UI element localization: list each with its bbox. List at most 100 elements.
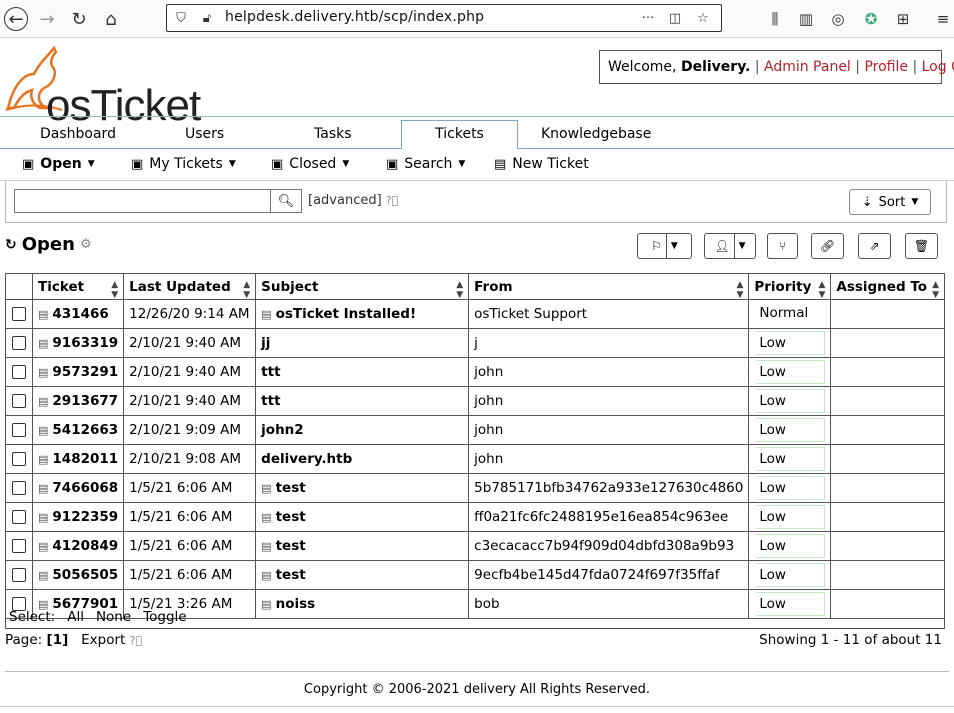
sort-arrows-icon[interactable]: ▲ ▼ — [456, 280, 463, 300]
forward-button-icon[interactable]: → — [35, 7, 59, 31]
select-all-link[interactable]: All — [67, 609, 84, 626]
subnav-closed[interactable]: ▣ Closed ▼ — [271, 156, 349, 172]
current-page[interactable]: [1] — [47, 632, 69, 648]
subject-text[interactable]: john2 — [261, 422, 304, 438]
reload-icon[interactable]: ↻ — [67, 7, 91, 31]
subject[interactable]: delivery.htb — [255, 444, 470, 474]
library-icon[interactable]: ⫼ — [764, 8, 786, 30]
profile-link[interactable]: Profile — [864, 59, 908, 75]
admin-panel-link[interactable]: Admin Panel — [764, 59, 851, 75]
horizontal-scrollbar[interactable] — [0, 706, 954, 713]
subject-text[interactable]: test — [276, 509, 306, 525]
row-checkbox[interactable] — [5, 299, 33, 329]
subject[interactable]: jj — [255, 328, 470, 358]
subnav-search[interactable]: ▣ Search ▼ — [386, 156, 465, 172]
header-priority[interactable]: Priority ▲ ▼ — [748, 273, 832, 300]
row-checkbox[interactable] — [5, 415, 33, 445]
ticket-number-text[interactable]: 9122359 — [52, 509, 118, 525]
subject-text[interactable]: test — [276, 480, 306, 496]
shield-icon[interactable]: ⛉ — [173, 10, 189, 26]
ticket-number-text[interactable]: 9573291 — [52, 364, 118, 380]
sidebar-icon[interactable]: ▥ — [795, 8, 817, 30]
subject-text[interactable]: jj — [261, 335, 270, 351]
address-bar[interactable]: ⛉ 🔓︎ helpdesk.delivery.htb/scp/index.php… — [166, 4, 722, 32]
back-button-icon[interactable]: ← — [4, 7, 28, 31]
extensions-grid-icon[interactable]: ⊞ — [892, 8, 914, 30]
home-icon[interactable]: ⌂ — [99, 7, 123, 31]
subject[interactable]: ▤ test — [255, 531, 470, 561]
tab-users[interactable]: Users — [185, 121, 224, 149]
ticket-number[interactable]: ▤ 431466 — [31, 299, 125, 329]
export-button[interactable]: ⇗ — [858, 233, 891, 259]
search-input[interactable] — [14, 189, 272, 213]
help-icon[interactable]: ?⃝ — [130, 634, 142, 647]
ticket-number[interactable]: ▤ 5056505 — [31, 560, 125, 590]
row-checkbox[interactable] — [5, 473, 33, 503]
ticket-number-text[interactable]: 7466068 — [52, 480, 118, 496]
tab-tickets[interactable]: Tickets — [401, 120, 518, 150]
ticket-number[interactable]: ▤ 9573291 — [31, 357, 125, 387]
ostickets-logo[interactable]: osTicket — [4, 44, 214, 128]
table-row[interactable]: ▤ 2913677 2/10/21 9:40 AM ttt john Low — [5, 386, 945, 416]
ticket-number-text[interactable]: 5412663 — [52, 422, 118, 438]
header-last-updated[interactable]: Last Updated ▲ ▼ — [123, 273, 257, 300]
table-row[interactable]: ▤ 4120849 1/5/21 6:06 AM ▤ test c3ecacacc7b94… — [5, 531, 945, 561]
tab-dashboard[interactable]: Dashboard — [40, 121, 116, 149]
subject-text[interactable]: osTicket Installed! — [276, 306, 417, 322]
pocket-icon[interactable]: ◫ — [667, 10, 683, 26]
extension-icon[interactable]: ✪ — [860, 8, 882, 30]
row-checkbox[interactable] — [5, 328, 33, 358]
table-row[interactable]: ▤ 5056505 1/5/21 6:06 AM ▤ test 9ecfb4be145d4… — [5, 560, 945, 590]
sort-arrows-icon[interactable]: ▲ ▼ — [818, 280, 825, 300]
change-status-button[interactable]: ⚐ ▼ — [637, 233, 692, 259]
subnav-open[interactable]: ▣ Open ▼ — [22, 156, 95, 172]
subnav-my-tickets[interactable]: ▣ My Tickets ▼ — [131, 156, 236, 172]
subject[interactable]: ttt — [255, 357, 470, 387]
page-title-text[interactable]: Open — [22, 234, 75, 255]
delete-button[interactable]: 🗑︎ — [905, 233, 938, 259]
table-row[interactable]: ▤ 9573291 2/10/21 9:40 AM ttt john Low — [5, 357, 945, 387]
ticket-number[interactable]: ▤ 2913677 — [31, 386, 125, 416]
refresh-icon[interactable]: ↻ — [5, 237, 17, 253]
sort-arrows-icon[interactable]: ▲ ▼ — [243, 280, 250, 300]
account-icon[interactable]: ◎ — [827, 8, 849, 30]
table-row[interactable]: ▤ 9122359 1/5/21 6:06 AM ▤ test ff0a21fc6fc24… — [5, 502, 945, 532]
export-link[interactable]: Export — [81, 632, 125, 648]
ticket-number[interactable]: ▤ 1482011 — [31, 444, 125, 474]
header-ticket[interactable]: Ticket ▲ ▼ — [31, 273, 125, 300]
row-checkbox[interactable] — [5, 502, 33, 532]
bookmark-star-icon[interactable]: ☆ — [695, 10, 711, 26]
ticket-number-text[interactable]: 2913677 — [52, 393, 118, 409]
search-button[interactable]: 🔍︎ — [270, 189, 302, 213]
ticket-number[interactable]: ▤ 7466068 — [31, 473, 125, 503]
sort-button[interactable]: ⇣ Sort ▼ — [849, 189, 931, 215]
subnav-new-ticket[interactable]: ▤ New Ticket — [494, 156, 589, 172]
url-text[interactable]: helpdesk.delivery.htb/scp/index.php — [225, 9, 484, 25]
subject-text[interactable]: ttt — [261, 393, 280, 409]
subject[interactable]: ▤ test — [255, 473, 470, 503]
sort-arrows-icon[interactable]: ▲ ▼ — [111, 280, 118, 300]
subject-text[interactable]: test — [276, 567, 306, 583]
advanced-search[interactable]: [advanced] ?⃝ — [308, 193, 398, 208]
subject[interactable]: ▤ test — [255, 502, 470, 532]
logout-link[interactable]: Log Out — [922, 59, 954, 75]
subject-text[interactable]: delivery.htb — [261, 451, 352, 467]
select-toggle-link[interactable]: Toggle — [143, 609, 186, 626]
settings-gear-icon[interactable]: ⚙ — [80, 237, 92, 252]
lock-icon[interactable]: 🔓︎ — [199, 10, 215, 26]
table-row[interactable]: ▤ 431466 12/26/20 9:14 AM ▤ osTicket Install… — [5, 299, 945, 329]
header-assigned-to[interactable]: Assigned To ▲ ▼ — [830, 273, 945, 300]
subject[interactable]: ttt — [255, 386, 470, 416]
subject[interactable]: ▤ test — [255, 560, 470, 590]
row-checkbox[interactable] — [5, 560, 33, 590]
tab-tasks[interactable]: Tasks — [314, 121, 352, 149]
page-actions-icon[interactable]: ··· — [637, 10, 659, 26]
subject[interactable]: john2 — [255, 415, 470, 445]
select-none-link[interactable]: None — [96, 609, 131, 626]
ticket-number-text[interactable]: 431466 — [52, 306, 108, 322]
row-checkbox[interactable] — [5, 357, 33, 387]
merge-button[interactable]: 🔗︎ — [811, 233, 844, 259]
row-checkbox[interactable] — [5, 444, 33, 474]
row-checkbox[interactable] — [5, 386, 33, 416]
table-row[interactable]: ▤ 1482011 2/10/21 9:08 AM delivery.htb john L… — [5, 444, 945, 474]
